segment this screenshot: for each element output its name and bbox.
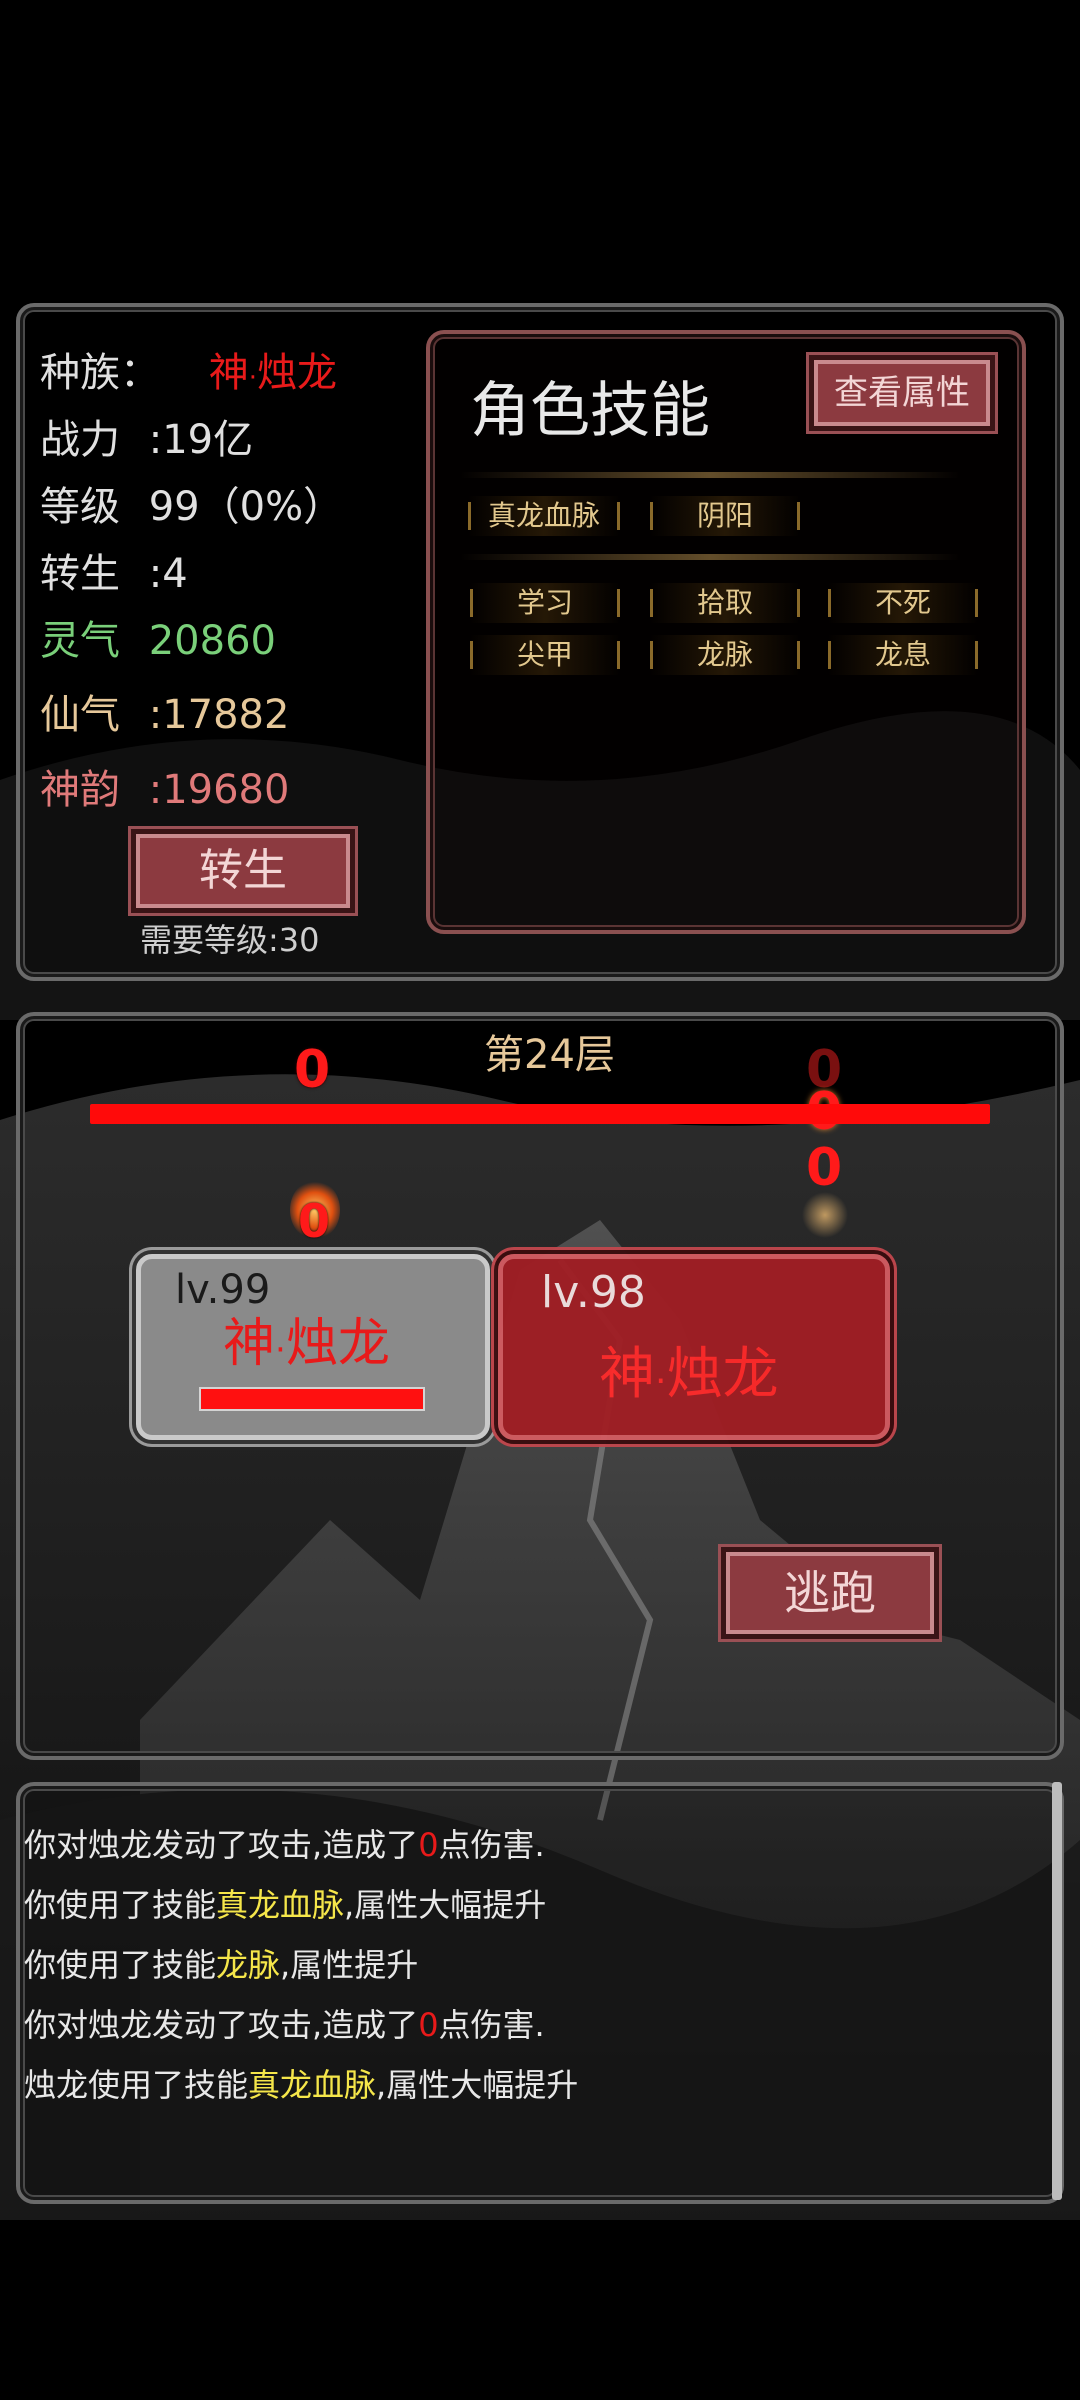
enemy-name: 神·烛龙 (599, 1342, 779, 1407)
flee-button-label: 逃跑 (784, 1566, 876, 1620)
player-damage-number: 0 (298, 1194, 331, 1248)
enemy-card[interactable]: lv.98 神·烛龙 (498, 1254, 890, 1440)
rebirth-requirement: 需要等级:30 (140, 921, 320, 959)
skills-title: 角色技能 (470, 376, 710, 446)
race-label: 种族： (40, 350, 160, 396)
race-value: 神·烛龙 (208, 350, 337, 396)
log-line-5: 烛龙使用了技能真龙血脉,属性大幅提升 (24, 2066, 579, 2104)
log-line-1: 你对烛龙发动了攻击,造成了0点伤害. (24, 1826, 545, 1864)
log-line-2: 你使用了技能真龙血脉,属性大幅提升 (24, 1886, 547, 1924)
xianqi-value: :17882 (148, 692, 290, 738)
shenyun-row: 神韵 :19680 (40, 757, 289, 815)
xianqi-row: 仙气 :17882 (40, 682, 289, 740)
flee-button[interactable]: 逃跑 (726, 1552, 934, 1634)
lingqi-value: 20860 (148, 618, 276, 664)
log-line-4: 你对烛龙发动了攻击,造成了0点伤害. (24, 2006, 545, 2044)
rebirth-button[interactable]: 转生 (136, 834, 350, 908)
skill-shiqu[interactable]: 拾取 (650, 583, 800, 623)
skill-longmai[interactable]: 龙脉 (650, 635, 800, 675)
lingqi-label: 灵气 (40, 618, 120, 664)
skills-divider-top (460, 472, 960, 478)
battle-progress-bar (90, 1104, 990, 1124)
skill-xuexi[interactable]: 学习 (470, 583, 620, 623)
damage-number-right-3: 0 (806, 1138, 843, 1198)
level-value: 99（0%） (148, 484, 344, 530)
level-row: 等级 99（0%） (40, 474, 343, 532)
view-attributes-button[interactable]: 查看属性 (814, 360, 990, 426)
shenyun-value: :19680 (148, 767, 290, 813)
lingqi-row: 灵气 20860 (40, 608, 276, 666)
rebirth-value: :4 (148, 551, 188, 597)
log-line-3: 你使用了技能龙脉,属性提升 (24, 1946, 419, 1984)
skill-zhenlong-xuemai[interactable]: 真龙血脉 (468, 496, 620, 536)
floor-label: 第24层 (484, 1032, 615, 1078)
shenyun-label: 神韵 (40, 767, 120, 813)
rebirth-button-label: 转生 (199, 845, 287, 896)
xianqi-label: 仙气 (40, 692, 120, 738)
player-hp-bar-fill (201, 1389, 423, 1409)
power-value: :19亿 (148, 417, 254, 463)
skill-longxi[interactable]: 龙息 (828, 635, 978, 675)
damage-number-left: 0 (294, 1040, 331, 1100)
rebirth-row: 转生 :4 (40, 541, 188, 599)
player-card[interactable]: lv.99 神·烛龙 (136, 1254, 490, 1440)
player-hp-bar-track (199, 1387, 425, 1411)
power-row: 战力 :19亿 (40, 407, 253, 465)
enemy-level: lv.98 (541, 1267, 646, 1318)
race-row: 种族： 神·烛龙 (40, 340, 337, 398)
skill-jianjia[interactable]: 尖甲 (470, 635, 620, 675)
rebirth-label: 转生 (40, 551, 120, 597)
spark-icon (800, 1190, 850, 1240)
power-label: 战力 (40, 417, 120, 463)
skill-busi[interactable]: 不死 (828, 583, 978, 623)
skill-yinyang[interactable]: 阴阳 (650, 496, 800, 536)
level-label: 等级 (40, 484, 120, 530)
log-scrollbar[interactable] (1052, 1782, 1062, 2200)
player-name: 神·烛龙 (223, 1314, 390, 1374)
skills-divider-mid (460, 554, 960, 560)
view-attributes-label: 查看属性 (834, 373, 970, 413)
